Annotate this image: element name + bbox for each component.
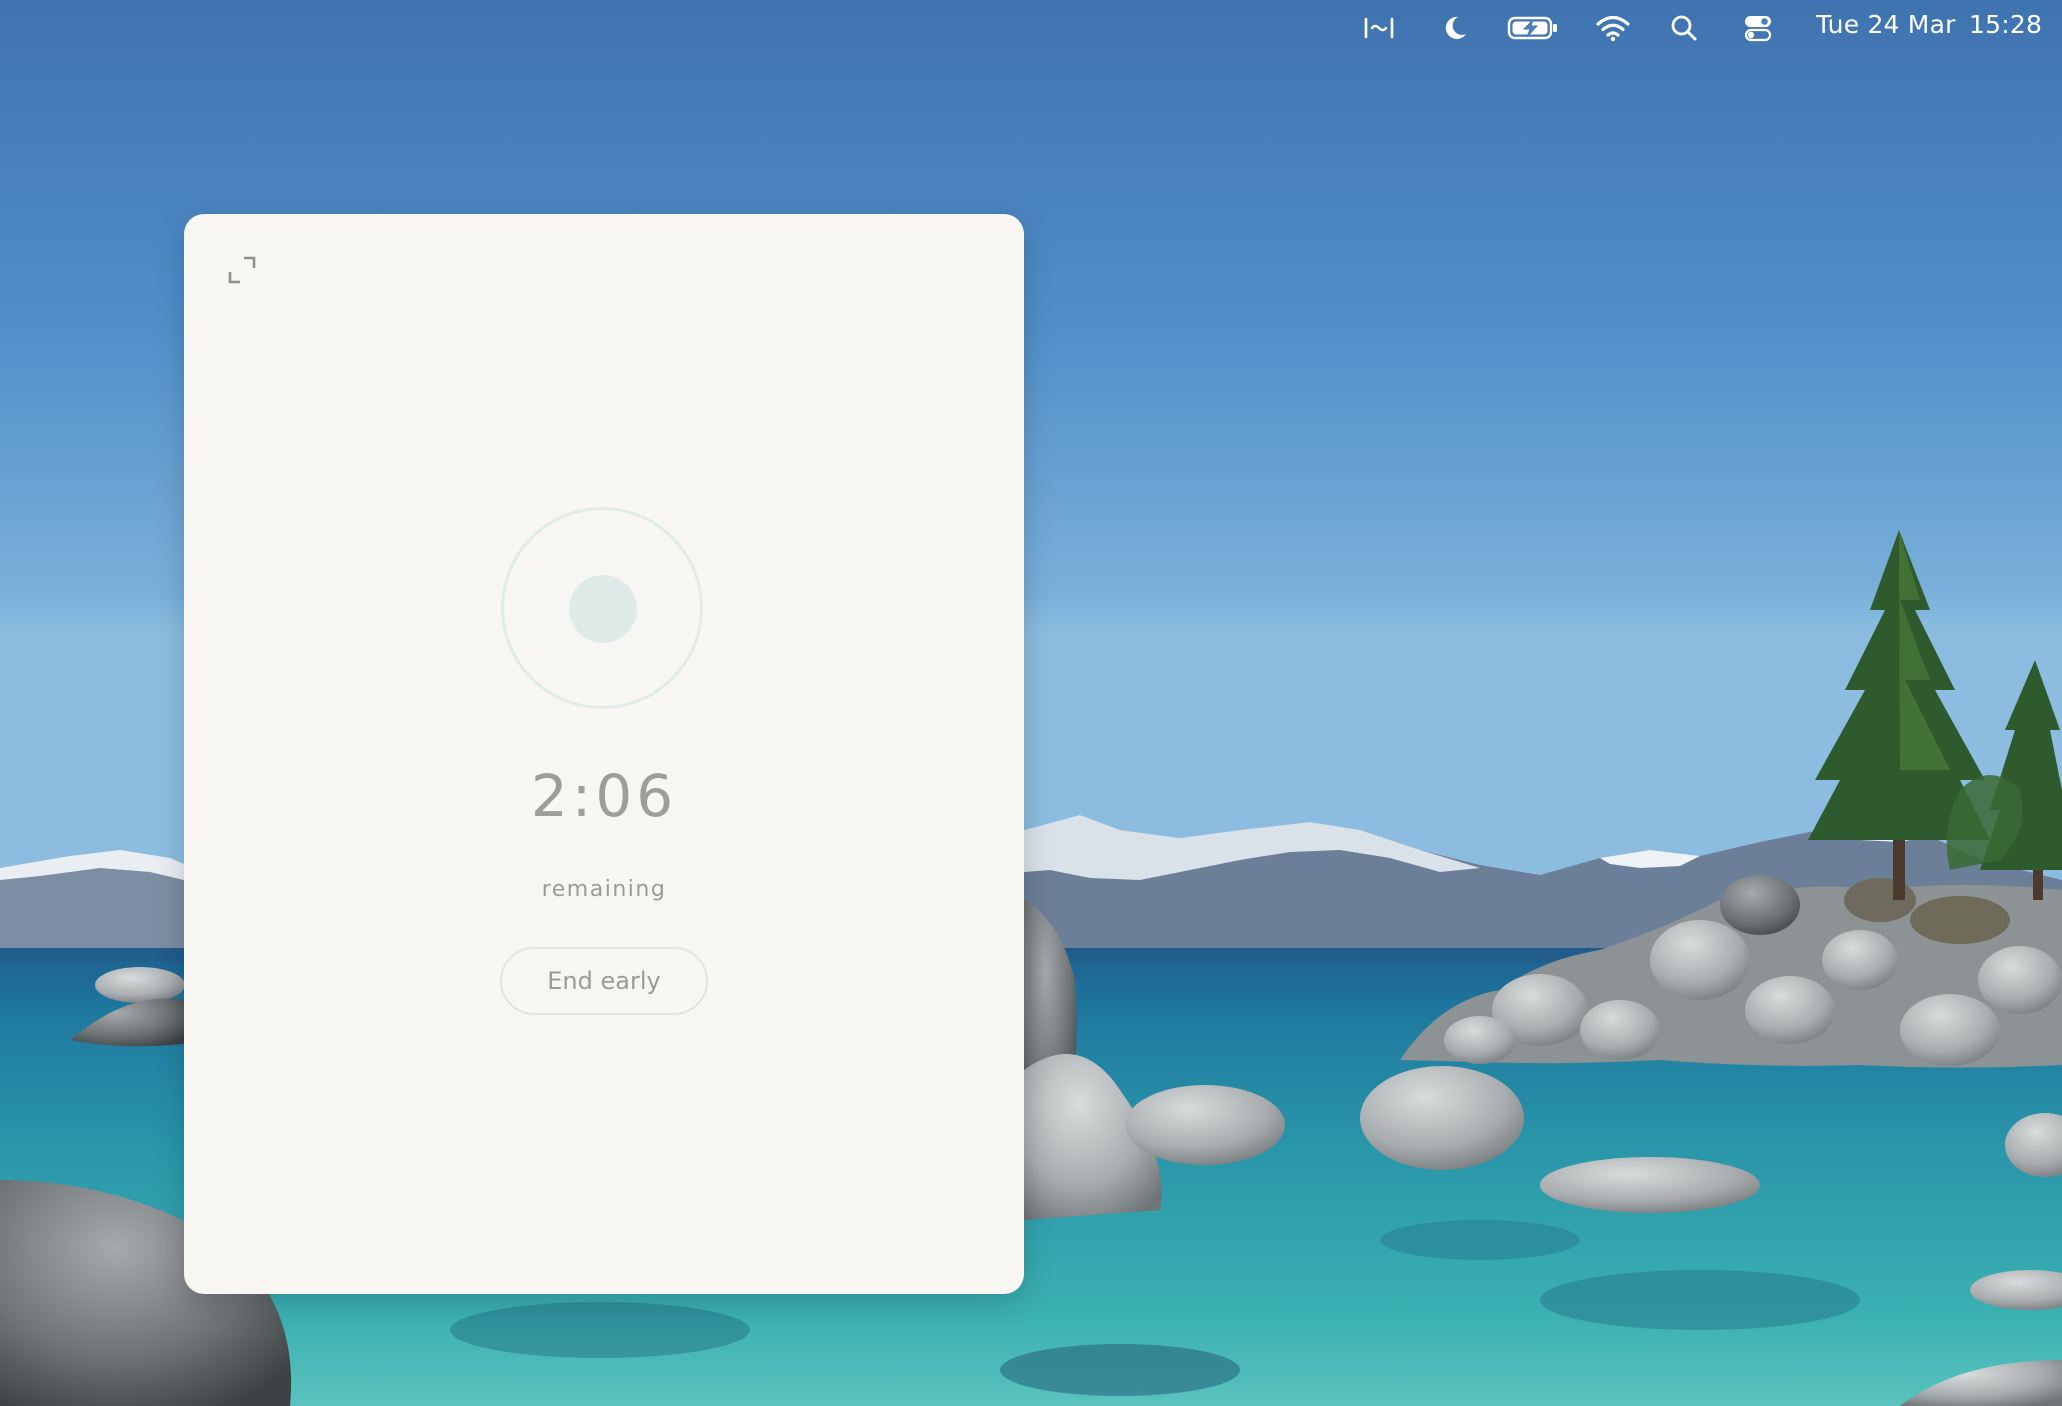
end-early-button[interactable]: End early	[500, 947, 708, 1015]
time-remaining-label: remaining	[541, 877, 667, 902]
menu-bar-time[interactable]: 15:28	[1969, 10, 2042, 39]
search-icon[interactable]	[1668, 12, 1700, 44]
timer-panel: 2:06 remaining End early	[184, 214, 1024, 1294]
menu-bar: Tue 24 Mar 15:28	[0, 0, 2062, 56]
expand-icon[interactable]	[222, 250, 262, 290]
terminal-icon[interactable]	[1362, 12, 1396, 44]
menu-bar-date[interactable]: Tue 24 Mar	[1816, 10, 1956, 39]
moon-icon[interactable]	[1437, 12, 1471, 44]
control-center-icon[interactable]	[1741, 12, 1775, 44]
wifi-icon[interactable]	[1595, 12, 1631, 44]
desktop: Tue 24 Mar 15:28 2:06 remaining End earl…	[0, 0, 2062, 1406]
breathing-ring	[501, 507, 703, 709]
time-remaining: 2:06	[530, 762, 678, 830]
breathing-dot	[569, 575, 637, 643]
battery-charging-icon[interactable]	[1507, 12, 1559, 44]
